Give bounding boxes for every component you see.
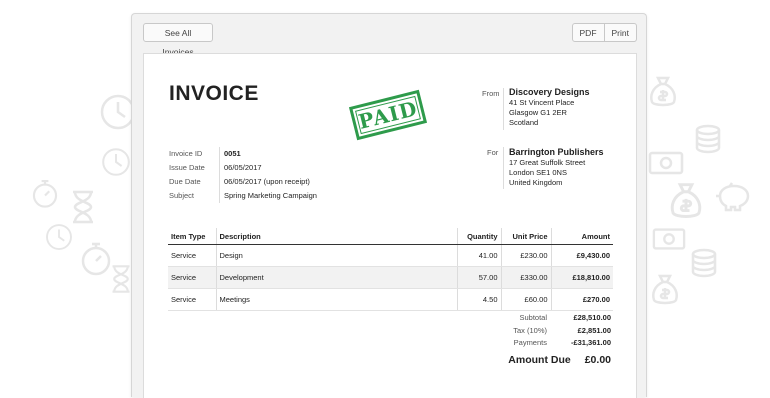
subtotal-value: £28,510.00 bbox=[573, 313, 611, 322]
meta-label: Due Date bbox=[169, 177, 201, 186]
meta-row-subject: Subject Spring Marketing Campaign bbox=[169, 189, 317, 203]
export-button-group: PDF Print bbox=[571, 23, 637, 42]
amount-due-row: Amount Due £0.00 bbox=[508, 354, 611, 366]
hourglass-icon bbox=[70, 190, 96, 224]
meta-value: 0051 bbox=[224, 149, 241, 158]
money-bag-icon bbox=[668, 180, 704, 220]
meta-divider bbox=[219, 161, 220, 175]
table-row: Service Design 41.00 £230.00 £9,430.00 bbox=[168, 244, 613, 267]
from-divider bbox=[503, 88, 504, 130]
invoice-window: See All Invoices PDF Print INVOICE PAID … bbox=[131, 13, 647, 398]
piggy-bank-icon bbox=[714, 182, 752, 212]
tax-value: £2,851.00 bbox=[577, 325, 611, 335]
hourglass-icon bbox=[110, 264, 132, 294]
tax-row: Tax (10%) £2,851.00 bbox=[477, 325, 611, 338]
meta-value: Spring Marketing Campaign bbox=[224, 191, 317, 200]
tax-label: Tax (10%) bbox=[513, 325, 547, 335]
banknote-icon bbox=[652, 226, 686, 252]
table-row: Service Meetings 4.50 £60.00 £270.00 bbox=[168, 288, 613, 311]
from-address: Discovery Designs 41 St Vincent Place Gl… bbox=[509, 86, 590, 128]
meta-divider bbox=[219, 147, 220, 161]
amount-due-value: £0.00 bbox=[584, 354, 611, 366]
payments-label: Payments bbox=[513, 338, 547, 347]
meta-divider bbox=[219, 175, 220, 189]
meta-divider bbox=[219, 189, 220, 203]
line-items-table: Item Type Description Quantity Unit Pric… bbox=[168, 228, 613, 311]
meta-row-invoice-id: Invoice ID 0051 bbox=[169, 147, 317, 161]
pdf-button[interactable]: PDF bbox=[571, 23, 605, 42]
column-header-item-type: Item Type bbox=[168, 228, 216, 245]
money-bag-icon bbox=[650, 272, 680, 306]
cell-quantity: 57.00 bbox=[456, 266, 501, 289]
coins-icon bbox=[694, 124, 722, 154]
cell-unit-price: £330.00 bbox=[500, 266, 551, 289]
amount-due-label: Amount Due bbox=[508, 354, 571, 366]
from-name: Discovery Designs bbox=[509, 87, 590, 97]
cell-unit-price: £60.00 bbox=[500, 288, 551, 311]
invoice-document: INVOICE PAID From Discovery Designs 41 S… bbox=[143, 53, 637, 398]
column-header-description: Description bbox=[215, 228, 457, 245]
from-line: Glasgow G1 2ER bbox=[509, 108, 567, 117]
invoice-title: INVOICE bbox=[169, 82, 259, 105]
column-header-amount: Amount bbox=[550, 228, 613, 245]
cell-description: Design bbox=[215, 244, 457, 267]
clock-icon bbox=[44, 222, 74, 252]
invoice-meta: Invoice ID 0051 Issue Date 06/05/2017 Du… bbox=[169, 147, 317, 203]
cell-amount: £9,430.00 bbox=[550, 244, 613, 267]
cell-quantity: 4.50 bbox=[456, 288, 501, 311]
cell-description: Development bbox=[215, 266, 457, 289]
print-button[interactable]: Print bbox=[604, 23, 637, 42]
coins-icon bbox=[690, 248, 718, 278]
paid-stamp: PAID bbox=[348, 89, 428, 141]
subtotal-row: Subtotal £28,510.00 bbox=[477, 312, 611, 325]
cell-description: Meetings bbox=[215, 288, 457, 311]
table-row: Service Development 57.00 £330.00 £18,81… bbox=[168, 266, 613, 289]
from-line: 41 St Vincent Place bbox=[509, 98, 575, 107]
payments-value: -£31,361.00 bbox=[570, 338, 611, 347]
for-name: Barrington Publishers bbox=[509, 147, 604, 157]
cell-unit-price: £230.00 bbox=[500, 244, 551, 267]
table-header-row: Item Type Description Quantity Unit Pric… bbox=[168, 228, 613, 245]
cell-item-type: Service bbox=[168, 244, 216, 267]
meta-label: Issue Date bbox=[169, 163, 205, 172]
meta-label: Subject bbox=[169, 191, 195, 200]
meta-label: Invoice ID bbox=[169, 149, 203, 158]
cell-item-type: Service bbox=[168, 266, 216, 289]
column-header-unit-price: Unit Price bbox=[500, 228, 551, 245]
for-label: For bbox=[487, 148, 499, 157]
meta-row-due-date: Due Date 06/05/2017 (upon receipt) bbox=[169, 175, 317, 189]
cell-quantity: 41.00 bbox=[456, 244, 501, 267]
meta-value: 06/05/2017 bbox=[224, 163, 262, 172]
for-address: Barrington Publishers 17 Great Suffolk S… bbox=[509, 146, 604, 188]
clock-icon bbox=[100, 146, 132, 178]
for-line: London SE1 0NS bbox=[509, 168, 567, 177]
stopwatch-icon bbox=[28, 176, 62, 210]
for-divider bbox=[503, 147, 504, 189]
cell-amount: £18,810.00 bbox=[550, 266, 613, 289]
for-line: 17 Great Suffolk Street bbox=[509, 158, 586, 167]
banknote-icon bbox=[648, 150, 684, 176]
from-line: Scotland bbox=[509, 118, 539, 127]
for-line: United Kingdom bbox=[509, 178, 563, 187]
money-bag-icon bbox=[648, 74, 678, 108]
cell-item-type: Service bbox=[168, 288, 216, 311]
payments-row: Payments -£31,361.00 bbox=[477, 337, 611, 350]
meta-value: 06/05/2017 (upon receipt) bbox=[224, 177, 310, 186]
from-label: From bbox=[482, 89, 500, 98]
see-all-invoices-button[interactable]: See All Invoices bbox=[143, 23, 213, 57]
column-header-quantity: Quantity bbox=[456, 228, 501, 245]
subtotal-label: Subtotal bbox=[519, 313, 547, 322]
meta-row-issue-date: Issue Date 06/05/2017 bbox=[169, 161, 317, 175]
totals-block: Subtotal £28,510.00 Tax (10%) £2,851.00 … bbox=[477, 312, 611, 350]
cell-amount: £270.00 bbox=[550, 288, 613, 311]
